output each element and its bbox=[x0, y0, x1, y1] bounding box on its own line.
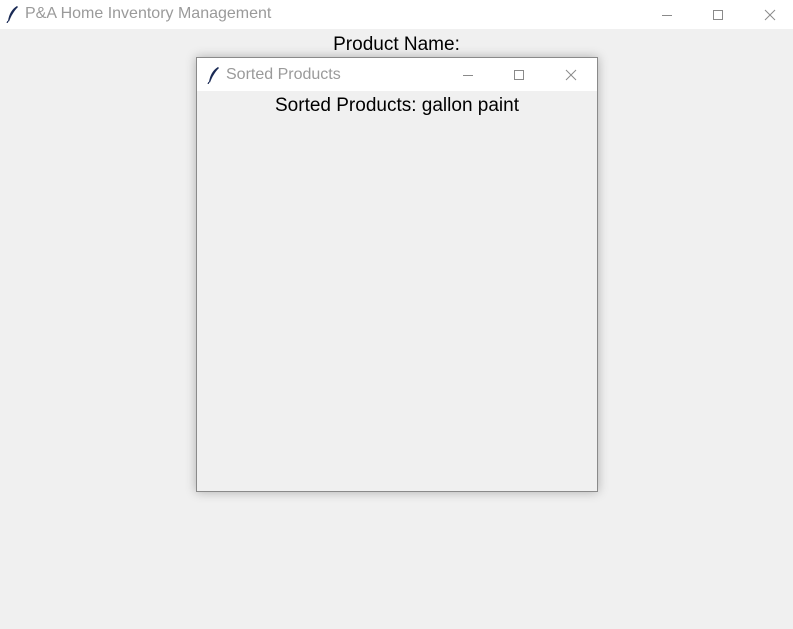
feather-icon bbox=[6, 6, 18, 23]
sorted-products-dialog: Sorted Products Sorted Products: gallon … bbox=[196, 57, 598, 492]
close-icon bbox=[764, 9, 776, 20]
minimize-icon bbox=[463, 74, 473, 76]
main-window-title: P&A Home Inventory Management bbox=[25, 5, 272, 22]
product-name-label: Product Name: bbox=[333, 34, 460, 55]
minimize-icon bbox=[662, 14, 672, 16]
dialog-maximize-button[interactable] bbox=[496, 58, 542, 91]
feather-icon bbox=[207, 67, 219, 84]
close-button[interactable] bbox=[747, 0, 793, 29]
dialog-titlebar[interactable]: Sorted Products bbox=[197, 58, 597, 91]
close-icon bbox=[565, 69, 577, 80]
dialog-close-button[interactable] bbox=[548, 58, 594, 91]
dialog-title: Sorted Products bbox=[226, 66, 341, 83]
main-titlebar[interactable]: P&A Home Inventory Management bbox=[0, 0, 793, 29]
maximize-icon bbox=[514, 69, 524, 80]
dialog-minimize-button[interactable] bbox=[445, 58, 491, 91]
minimize-button[interactable] bbox=[644, 0, 690, 29]
maximize-button[interactable] bbox=[695, 0, 741, 29]
maximize-icon bbox=[713, 9, 723, 20]
sorted-products-label: Sorted Products: gallon paint bbox=[275, 95, 519, 116]
